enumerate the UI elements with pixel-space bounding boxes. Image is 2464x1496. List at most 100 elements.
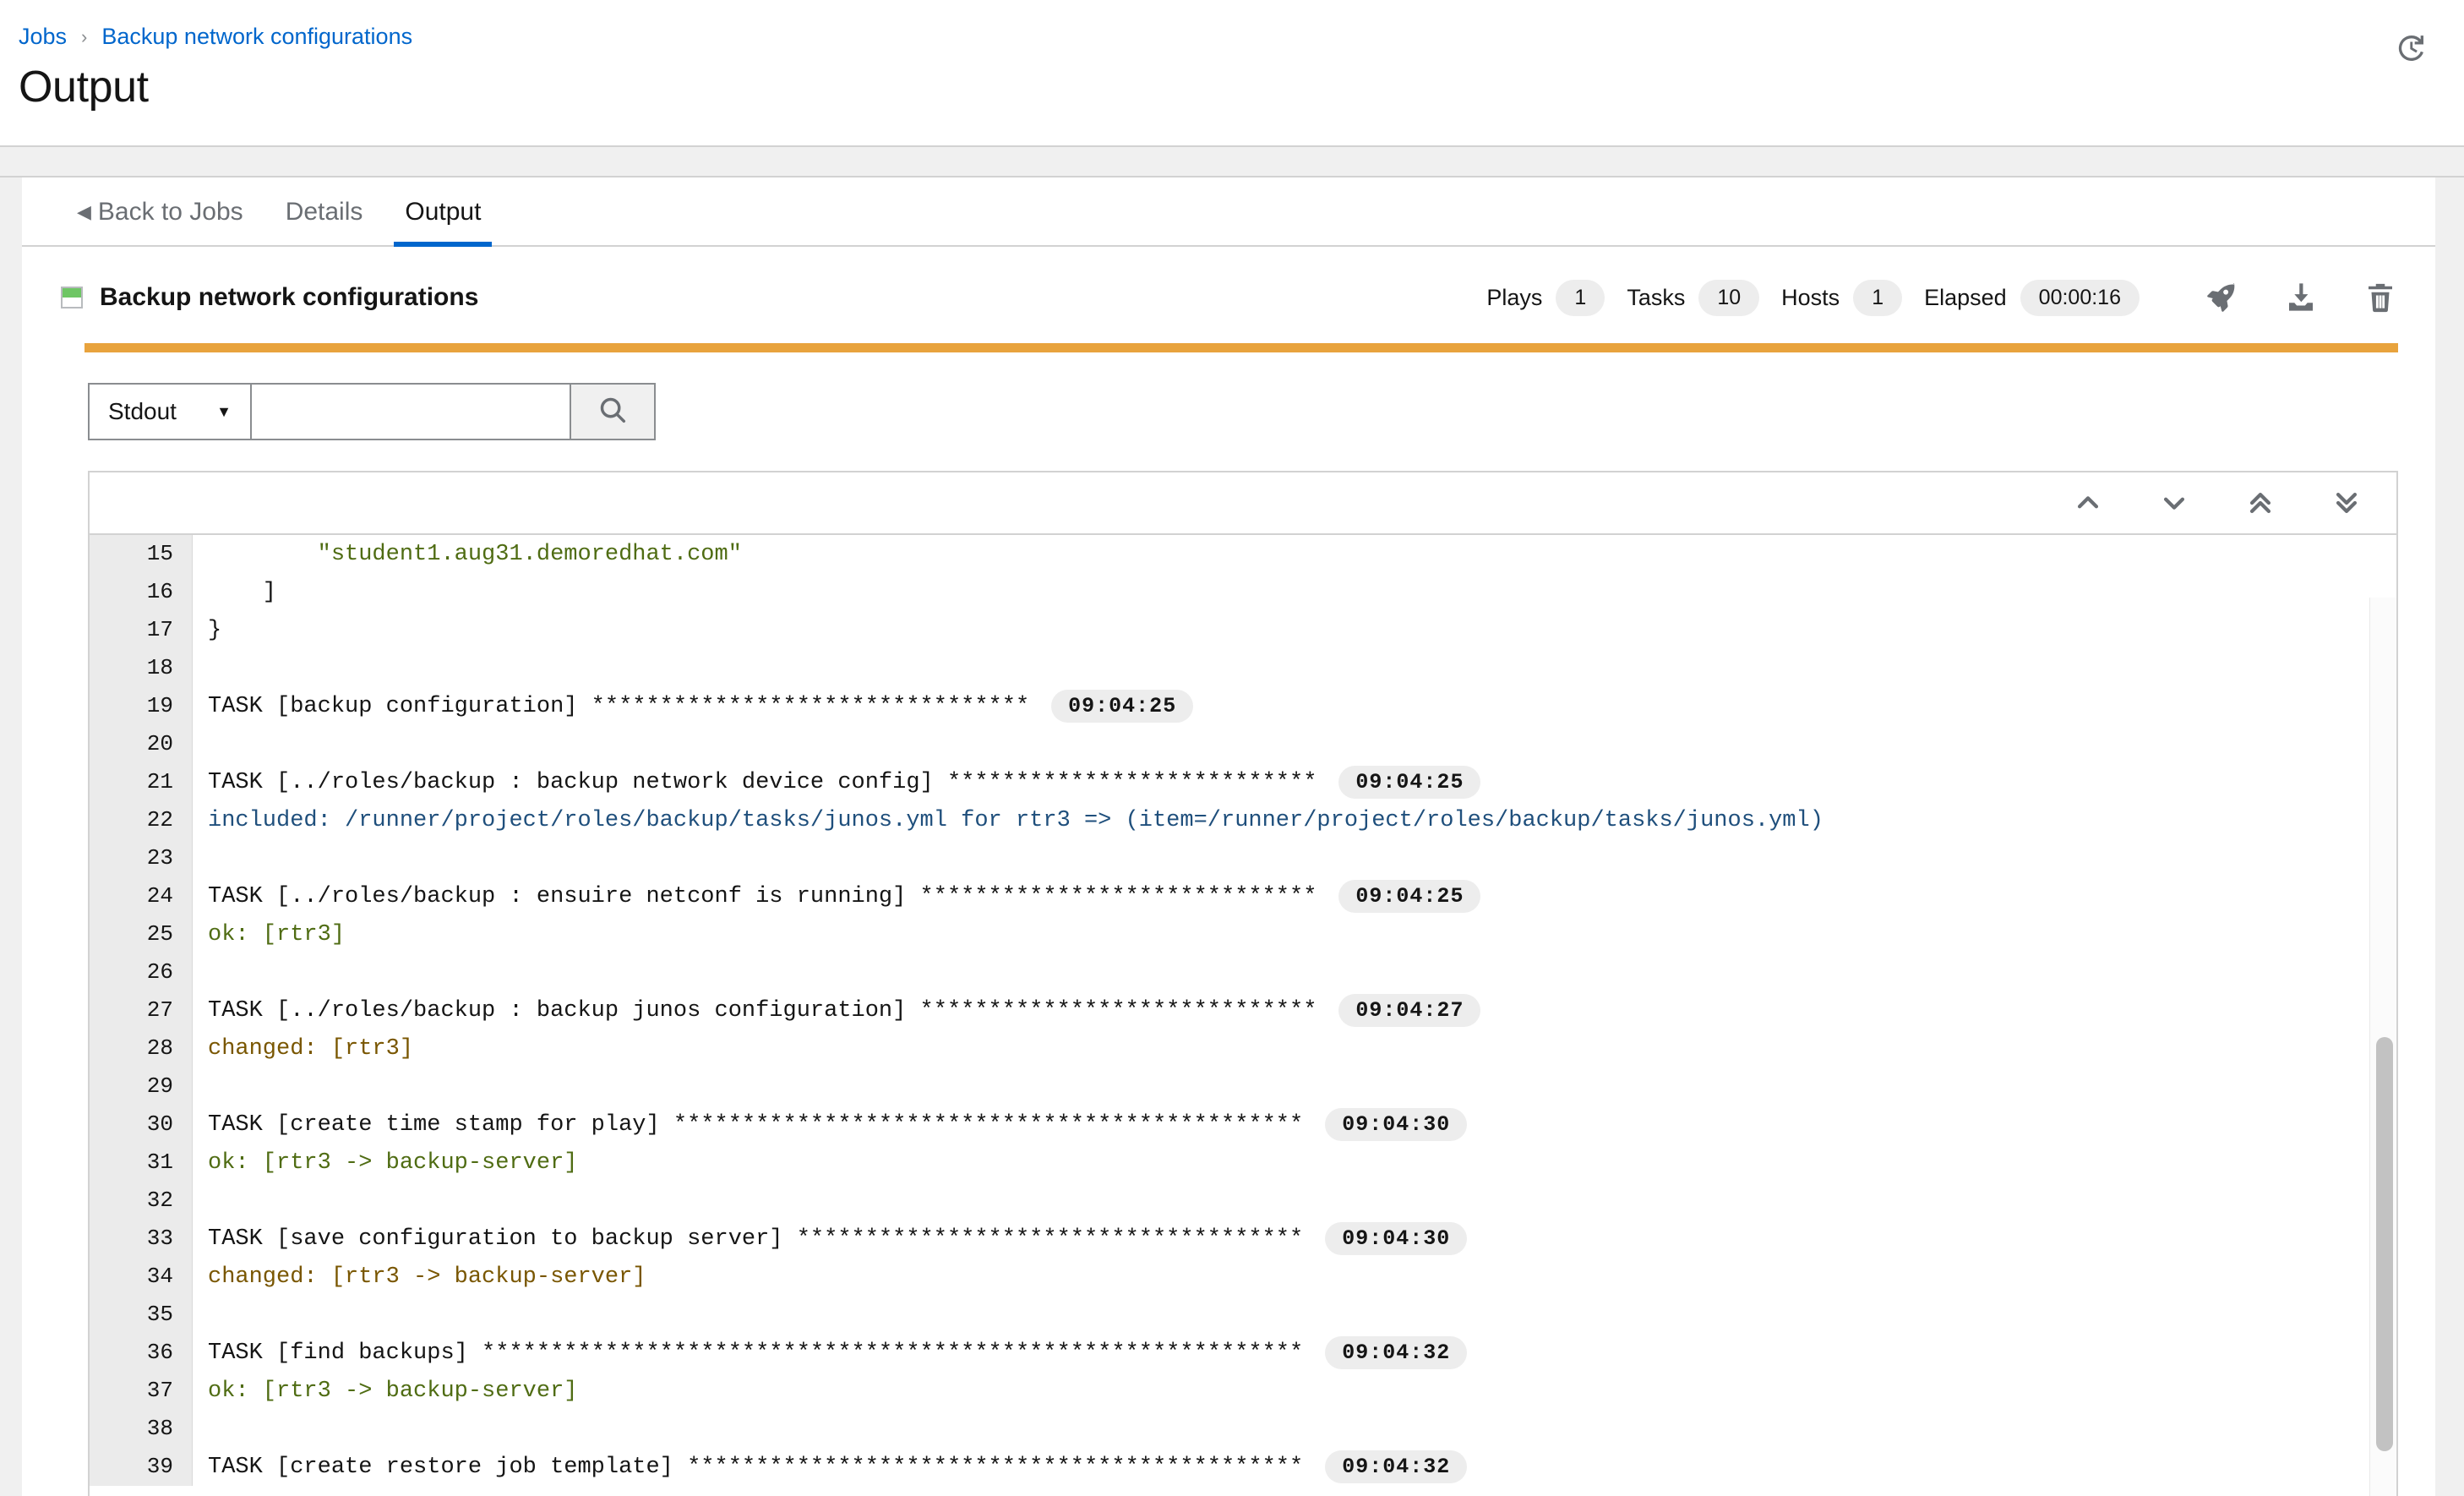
job-progress-bar [84,343,2398,352]
tab-bar: ◀ Back to Jobs Details Output [22,177,2435,247]
output-line-number: 39 [90,1448,193,1486]
output-line-timestamp: 09:04:25 [1338,766,1481,799]
output-line-text: TASK [save configuration to backup serve… [208,1226,1304,1252]
search-button[interactable] [570,383,656,440]
tab-output-label: Output [405,198,482,226]
tab-details[interactable]: Details [264,198,384,245]
output-line-number: 15 [90,535,193,573]
output-line-number: 37 [90,1372,193,1410]
output-line-content: TASK [../roles/backup : ensuire netconf … [193,880,1481,913]
output-line-timestamp: 09:04:32 [1325,1450,1468,1483]
breadcrumb-item-job[interactable]: Backup network configurations [101,25,412,48]
output-line-content: TASK [../roles/backup : backup network d… [193,766,1481,799]
output-line-text: ok: [rtr3] [208,921,346,947]
output-line-content: TASK [find backups] ********************… [193,1336,1468,1369]
output-line-content: changed: [rtr3] [193,1036,413,1062]
output-line: 18 [90,649,2396,687]
output-line: 19 TASK [backup configuration] **********… [90,687,2396,725]
output-line: 37 ok: [rtr3 -> backup-server] [90,1372,2396,1410]
output-line: 35 [90,1296,2396,1334]
job-progress [22,325,2435,352]
chevron-down-icon[interactable] [2155,483,2194,522]
output-filter-select[interactable]: Stdout ▼ [88,383,250,440]
output-line: 25 ok: [rtr3] [90,915,2396,953]
output-line-timestamp: 09:04:30 [1325,1108,1468,1141]
console-scrollbar-thumb[interactable] [2376,1037,2393,1451]
output-line: 31 ok: [rtr3 -> backup-server] [90,1144,2396,1182]
job-title: Backup network configurations [61,283,478,312]
console-scrollbar[interactable] [2369,598,2396,1496]
console-nav-toolbar [90,472,2396,535]
output-line: 39 TASK [create restore job template] ***… [90,1448,2396,1486]
output-line-content: } [193,618,221,643]
stat-elapsed-value: 00:00:16 [2020,279,2140,316]
double-chevron-down-icon[interactable] [2327,483,2366,522]
breadcrumb-separator-icon: › [81,25,88,47]
output-line: 16 ] [90,573,2396,611]
output-line: 34 changed: [rtr3 -> backup-server] [90,1258,2396,1296]
output-line: 20 [90,725,2396,763]
output-line-number: 31 [90,1144,193,1182]
trash-icon[interactable] [2363,280,2398,315]
output-line: 21 TASK [../roles/backup : backup network… [90,763,2396,801]
tab-back-to-jobs[interactable]: ◀ Back to Jobs [56,198,264,245]
output-line-number: 36 [90,1334,193,1372]
content-area: ◀ Back to Jobs Details Output Backup netw… [0,177,2464,1496]
output-line-text: TASK [backup configuration] ************… [208,693,1030,719]
job-summary-header: Backup network configurations Plays 1 Ta… [22,247,2435,325]
output-line-number: 30 [90,1106,193,1144]
page-header: Jobs › Backup network configurations Out… [0,0,2464,145]
output-line: 22 included: /runner/project/roles/backup… [90,801,2396,839]
output-line-timestamp: 09:04:30 [1325,1222,1468,1255]
double-chevron-up-icon[interactable] [2241,483,2280,522]
breadcrumb: Jobs › Backup network configurations [19,15,2430,48]
output-line-content: changed: [rtr3 -> backup-server] [193,1264,646,1290]
stat-plays: Plays 1 [1486,279,1605,316]
output-line-text: "student1.aug31.demoredhat.com" [208,541,742,567]
history-icon[interactable] [2391,29,2430,68]
stat-tasks-value: 10 [1698,279,1760,316]
tab-output[interactable]: Output [384,198,502,247]
download-icon[interactable] [2283,280,2319,315]
output-line-content: TASK [create restore job template] *****… [193,1450,1468,1483]
output-line-text: changed: [rtr3 -> backup-server] [208,1264,646,1290]
output-line-text: TASK [create restore job template] *****… [208,1454,1304,1480]
stat-hosts-value: 1 [1853,279,1903,316]
output-line-number: 25 [90,915,193,953]
output-line-text: TASK [../roles/backup : backup junos con… [208,997,1317,1024]
output-line-number: 33 [90,1220,193,1258]
output-line-number: 17 [90,611,193,649]
output-search-toolbar: Stdout ▼ [22,352,2435,440]
search-input[interactable] [250,383,570,440]
output-line-text: TASK [find backups] ********************… [208,1340,1304,1366]
output-line: 28 changed: [rtr3] [90,1029,2396,1067]
chevron-up-icon[interactable] [2069,483,2107,522]
output-line-content: ] [193,580,276,605]
output-line-content: TASK [save configuration to backup serve… [193,1222,1468,1255]
output-line: 38 [90,1410,2396,1448]
page-title: Output [19,63,149,112]
output-line-content: TASK [create time stamp for play] ******… [193,1108,1468,1141]
output-line: 36 TASK [find backups] ******************… [90,1334,2396,1372]
console-body: 15 "student1.aug31.demoredhat.com" 16 ] 17… [90,535,2396,1496]
search-icon [597,394,629,430]
job-stats: Plays 1 Tasks 10 Hosts 1 Elapsed 00:00:1… [1486,279,2398,316]
stat-plays-label: Plays [1486,284,1543,310]
tab-back-to-jobs-label: Back to Jobs [97,198,243,226]
output-line: 30 TASK [create time stamp for play] ****… [90,1106,2396,1144]
output-line-number: 35 [90,1296,193,1334]
output-line: 29 [90,1067,2396,1106]
output-line-number: 18 [90,649,193,687]
output-line-content: TASK [backup configuration] ************… [193,690,1194,723]
job-action-buttons [2204,280,2398,315]
output-line-text: TASK [../roles/backup : backup network d… [208,769,1317,795]
breadcrumb-item-jobs[interactable]: Jobs [19,25,67,48]
output-line-number: 20 [90,725,193,763]
rocket-icon[interactable] [2204,280,2239,315]
output-line-text: included: /runner/project/roles/backup/t… [208,807,1823,833]
output-console: 15 "student1.aug31.demoredhat.com" 16 ] 17… [88,471,2398,1496]
output-line-number: 27 [90,991,193,1029]
output-line: 15 "student1.aug31.demoredhat.com" [90,535,2396,573]
output-line-content: ok: [rtr3 -> backup-server] [193,1379,577,1404]
output-line-number: 29 [90,1067,193,1106]
